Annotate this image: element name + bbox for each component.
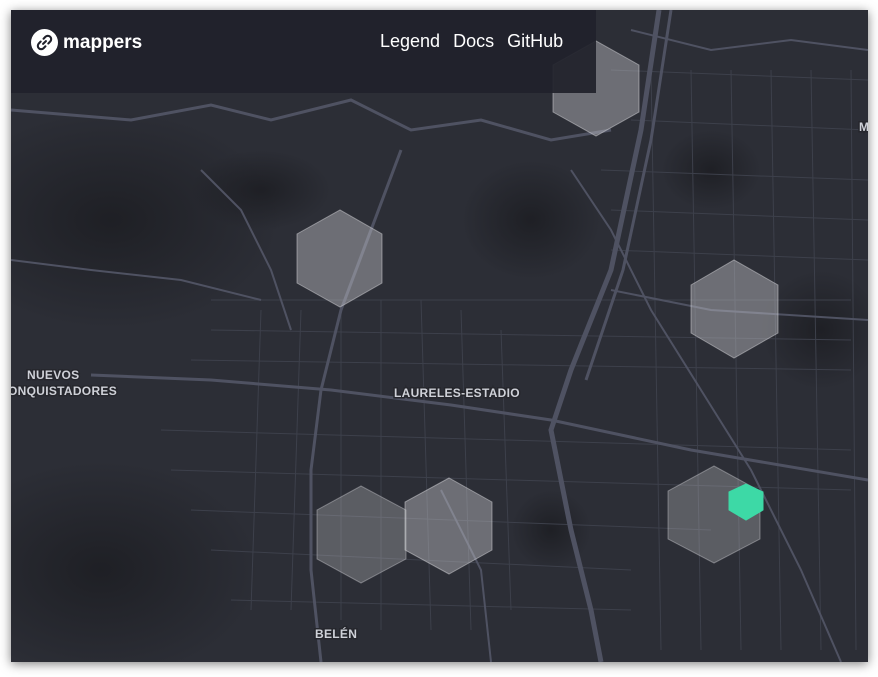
map-canvas[interactable]: NUEVOS ONQUISTADORES LAURELES-ESTADIO BE… xyxy=(11,10,868,662)
label-belen: BELÉN xyxy=(315,626,357,641)
nav-link-github[interactable]: GitHub xyxy=(507,31,563,52)
label-edge-m: M xyxy=(859,120,868,134)
brand-name: mappers xyxy=(63,31,143,53)
label-laureles-estadio: LAURELES-ESTADIO xyxy=(394,386,520,400)
brand-logo[interactable]: mappers xyxy=(31,29,142,56)
nav-links: Legend Docs GitHub xyxy=(380,31,563,52)
top-navbar: mappers Legend Docs GitHub xyxy=(11,10,596,93)
nav-link-legend[interactable]: Legend xyxy=(380,31,440,52)
link-chain-icon xyxy=(31,29,58,56)
map-frame: NUEVOS ONQUISTADORES LAURELES-ESTADIO BE… xyxy=(11,10,868,662)
nav-link-docs[interactable]: Docs xyxy=(453,31,494,52)
label-nuevos: NUEVOS xyxy=(27,368,79,382)
label-conquistadores: ONQUISTADORES xyxy=(11,384,117,398)
